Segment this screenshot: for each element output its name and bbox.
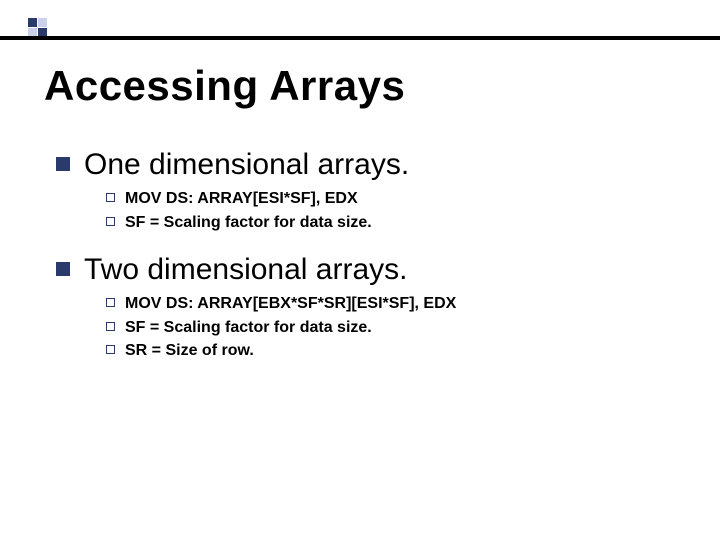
section-heading: One dimensional arrays. <box>84 148 409 182</box>
accent-square-icon <box>28 18 37 27</box>
bullet-level2: SF = Scaling factor for data size. <box>106 212 680 234</box>
square-bullet-icon <box>56 262 70 276</box>
subitems: MOV DS: ARRAY[EBX*SF*SR][ESI*SF], EDX SF… <box>106 293 680 362</box>
hollow-square-bullet-icon <box>106 217 115 226</box>
bullet-level2: MOV DS: ARRAY[EBX*SF*SR][ESI*SF], EDX <box>106 293 680 315</box>
subitems: MOV DS: ARRAY[ESI*SF], EDX SF = Scaling … <box>106 188 680 233</box>
hollow-square-bullet-icon <box>106 322 115 331</box>
subitem-text: SF = Scaling factor for data size. <box>125 212 372 234</box>
subitem-text: SR = Size of row. <box>125 340 254 362</box>
bullet-level1: Two dimensional arrays. <box>56 253 680 287</box>
subitem-text: MOV DS: ARRAY[EBX*SF*SR][ESI*SF], EDX <box>125 293 456 315</box>
section-heading: Two dimensional arrays. <box>84 253 407 287</box>
bullet-level2: MOV DS: ARRAY[ESI*SF], EDX <box>106 188 680 210</box>
corner-accent <box>28 18 48 38</box>
subitem-text: MOV DS: ARRAY[ESI*SF], EDX <box>125 188 358 210</box>
divider <box>0 36 720 40</box>
accent-square-icon <box>38 18 47 27</box>
slide: Accessing Arrays One dimensional arrays.… <box>0 0 720 540</box>
hollow-square-bullet-icon <box>106 193 115 202</box>
subitem-text: SF = Scaling factor for data size. <box>125 317 372 339</box>
bullet-level1: One dimensional arrays. <box>56 148 680 182</box>
hollow-square-bullet-icon <box>106 298 115 307</box>
hollow-square-bullet-icon <box>106 345 115 354</box>
bullet-level2: SR = Size of row. <box>106 340 680 362</box>
bullet-level2: SF = Scaling factor for data size. <box>106 317 680 339</box>
square-bullet-icon <box>56 157 70 171</box>
slide-content: One dimensional arrays. MOV DS: ARRAY[ES… <box>56 148 680 382</box>
slide-title: Accessing Arrays <box>44 62 405 110</box>
